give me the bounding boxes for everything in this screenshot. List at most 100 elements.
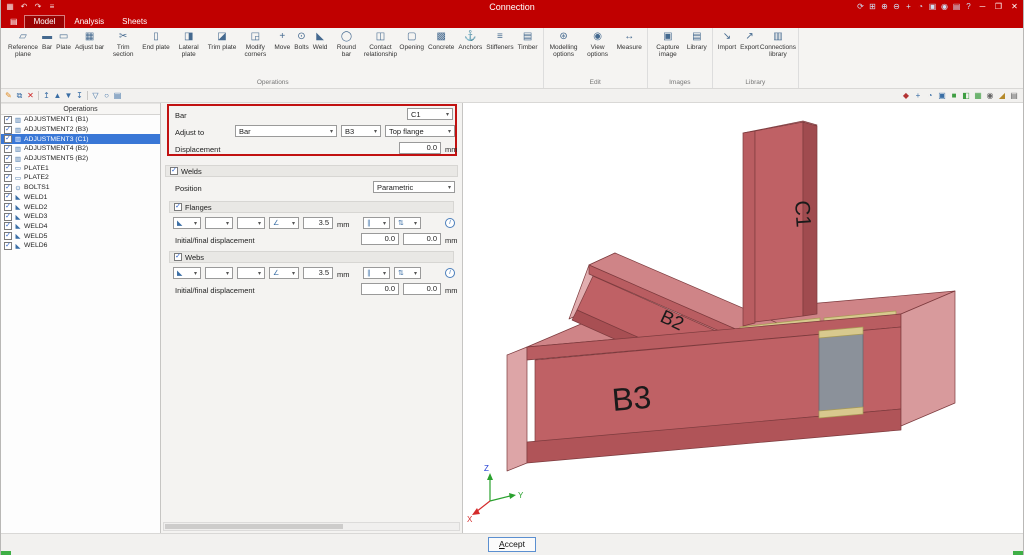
orbit-view-icon[interactable]: ◔ <box>925 89 935 102</box>
scrollbar-thumb[interactable] <box>165 524 343 529</box>
wireframe-mode-icon[interactable]: ▦ <box>973 89 983 102</box>
tree-item-weld1[interactable]: ✓◣WELD1 <box>1 193 160 203</box>
model-viewport[interactable]: B3 B2 C1 Z Y X <box>463 103 1023 533</box>
ribbon-button-round-bar[interactable]: ◯Round bar <box>329 29 363 60</box>
ribbon-button-view-options[interactable]: ◉View options <box>581 29 615 60</box>
tree-item-adjustment1[interactable]: ✓▥ADJUSTMENT1 (B1) <box>1 115 160 125</box>
flange-weld-type-select[interactable]: ◣▾ <box>173 217 201 229</box>
visibility-icon[interactable]: ◉ <box>985 89 995 102</box>
flange-weld-finish-select[interactable]: ▾ <box>237 217 265 229</box>
ribbon-button-plate[interactable]: ▭Plate <box>54 29 73 52</box>
web-final-displacement-input[interactable]: 0.0 <box>403 283 441 295</box>
ribbon-button-modelling-options[interactable]: ⊛Modelling options <box>547 29 581 60</box>
zoom-out-icon[interactable]: ⊖ <box>891 0 902 14</box>
ribbon-button-timber[interactable]: ▤Timber <box>516 29 540 52</box>
web-initial-displacement-input[interactable]: 0.0 <box>361 283 399 295</box>
filter-icon[interactable]: ▽ <box>90 89 101 102</box>
tree-item-adjustment3[interactable]: ✓▥ADJUSTMENT3 (C1) <box>1 134 160 144</box>
tree-item-weld2[interactable]: ✓◣WELD2 <box>1 202 160 212</box>
weld-visibility-icon[interactable]: ◢ <box>997 89 1007 102</box>
accept-button[interactable]: Accept <box>488 537 536 552</box>
checkbox[interactable]: ✓ <box>4 222 12 230</box>
solid-mode-icon[interactable]: ■ <box>949 89 959 102</box>
ribbon-button-trim-plate[interactable]: ◪Trim plate <box>206 29 239 52</box>
checkbox[interactable]: ✓ <box>4 193 12 201</box>
move-down-icon[interactable]: ▼ <box>63 89 74 102</box>
ribbon-button-weld[interactable]: ◣Weld <box>311 29 330 52</box>
checkbox[interactable]: ✓ <box>4 213 12 221</box>
checkbox[interactable]: ✓ <box>4 145 12 153</box>
minimize-button[interactable]: ─ <box>975 0 990 14</box>
flange-weld-throat-input[interactable]: 3.5 <box>303 217 333 229</box>
ribbon-button-export[interactable]: ↗Export <box>738 29 761 52</box>
flange-initial-displacement-input[interactable]: 0.0 <box>361 233 399 245</box>
web-weld-continuity-select[interactable]: ∥▾ <box>363 267 390 279</box>
tree-item-weld3[interactable]: ✓◣WELD3 <box>1 212 160 222</box>
tab-analysis[interactable]: Analysis <box>65 15 113 28</box>
ribbon-button-modify-corners[interactable]: ◲Modify corners <box>238 29 272 60</box>
view-orientation-icon[interactable]: ◆ <box>901 89 911 102</box>
zoom-extents-icon[interactable]: ▣ <box>937 89 947 102</box>
transparent-mode-icon[interactable]: ◧ <box>961 89 971 102</box>
tree-item-adjustment2[interactable]: ✓▥ADJUSTMENT2 (B3) <box>1 125 160 135</box>
ribbon-button-import[interactable]: ↘Import <box>716 29 738 52</box>
checkbox[interactable]: ✓ <box>4 232 12 240</box>
web-weld-type-select[interactable]: ◣▾ <box>173 267 201 279</box>
tree-item-adjustment5[interactable]: ✓▥ADJUSTMENT5 (B2) <box>1 154 160 164</box>
ribbon-button-concrete[interactable]: ▩Concrete <box>426 29 456 52</box>
move-up-icon[interactable]: ▲ <box>52 89 63 102</box>
web-weld-throat-input[interactable]: 3.5 <box>303 267 333 279</box>
zoom-in-icon[interactable]: ⊕ <box>879 0 890 14</box>
ribbon-button-lateral-plate[interactable]: ◨Lateral plate <box>172 29 206 60</box>
checkbox[interactable]: ✓ <box>4 164 12 172</box>
copy-operation-icon[interactable]: ⧉ <box>14 89 25 102</box>
ribbon-button-move[interactable]: +Move <box>272 29 292 52</box>
ribbon-button-measure[interactable]: ↔Measure <box>615 29 644 52</box>
screenshot-icon[interactable]: ▤ <box>1009 89 1019 102</box>
axes-toggle-icon[interactable]: + <box>913 89 923 102</box>
flange-weld-sides-select[interactable]: ⇅▾ <box>394 217 421 229</box>
adjust-to-bar-select[interactable]: B3▾ <box>341 125 381 137</box>
checkbox[interactable]: ✓ <box>4 155 12 163</box>
tree-item-weld6[interactable]: ✓◣WELD6 <box>1 241 160 251</box>
ribbon-button-contact-relationship[interactable]: ◫Contact relationship <box>363 29 397 60</box>
model-3d-view[interactable]: B3 B2 C1 Z Y X <box>463 103 1023 533</box>
maximize-button[interactable]: ❐ <box>991 0 1006 14</box>
ribbon-button-trim-section[interactable]: ✂Trim section <box>106 29 140 60</box>
application-menu-tab[interactable]: ▤ <box>4 15 24 28</box>
edit-operation-icon[interactable]: ✎ <box>3 89 14 102</box>
ribbon-button-opening[interactable]: ▢Opening <box>397 29 426 52</box>
position-select[interactable]: Parametric▾ <box>373 181 455 193</box>
checkbox[interactable]: ✓ <box>4 184 12 192</box>
web-weld-finish-select[interactable]: ▾ <box>237 267 265 279</box>
help-icon[interactable]: ? <box>963 0 974 14</box>
checkbox[interactable]: ✓ <box>4 126 12 134</box>
flange-final-displacement-input[interactable]: 0.0 <box>403 233 441 245</box>
adjust-to-type-select[interactable]: Bar▾ <box>235 125 337 137</box>
undo-icon[interactable]: ↶ <box>18 0 30 14</box>
move-last-icon[interactable]: ↧ <box>74 89 85 102</box>
ribbon-button-capture-image[interactable]: ▣Capture image <box>651 29 685 60</box>
bar-select[interactable]: C1▾ <box>407 108 453 120</box>
web-weld-sides-select[interactable]: ⇅▾ <box>394 267 421 279</box>
tree-item-plate1[interactable]: ✓▭PLATE1 <box>1 163 160 173</box>
flange-weld-prep-select[interactable]: ▾ <box>205 217 233 229</box>
quick-access-icon[interactable]: ≡ <box>46 0 58 14</box>
webs-checkbox[interactable]: ✓ <box>174 253 182 261</box>
ribbon-button-connections-library[interactable]: ▥Connections library <box>761 29 795 60</box>
ribbon-button-bolts[interactable]: ⊙Bolts <box>292 29 310 52</box>
checkbox[interactable]: ✓ <box>4 203 12 211</box>
layers-icon[interactable]: ▤ <box>951 0 962 14</box>
views-icon[interactable]: ▣ <box>927 0 938 14</box>
flange-weld-symbol-select[interactable]: ∠▾ <box>269 217 299 229</box>
checkbox[interactable]: ✓ <box>4 135 12 143</box>
checkbox[interactable]: ✓ <box>4 116 12 124</box>
app-grid-icon[interactable]: ▦ <box>4 0 16 14</box>
ribbon-button-bar[interactable]: ▬Bar <box>40 29 54 52</box>
move-first-icon[interactable]: ↥ <box>41 89 52 102</box>
welds-checkbox[interactable]: ✓ <box>170 167 178 175</box>
ribbon-button-stiffeners[interactable]: ≡Stiffeners <box>484 29 515 52</box>
checkbox[interactable]: ✓ <box>4 242 12 250</box>
info-icon[interactable]: i <box>445 268 455 278</box>
ribbon-button-reference-plane[interactable]: ▱Reference plane <box>6 29 40 60</box>
